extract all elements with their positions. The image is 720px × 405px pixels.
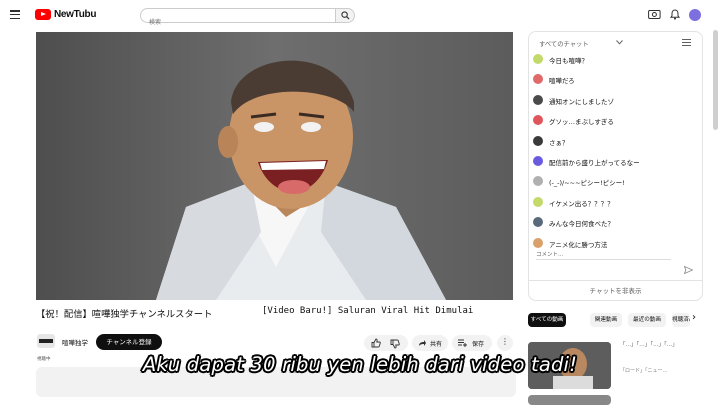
chat-message[interactable]: (-_-)/~~~ピシー!ピシー!: [533, 174, 698, 190]
search-icon: [341, 11, 350, 20]
chevron-down-icon[interactable]: [616, 40, 623, 45]
create-video-icon[interactable]: [648, 9, 661, 20]
chat-avatar: [533, 74, 543, 85]
like-dislike-group: [364, 335, 408, 351]
chat-filter-dropdown[interactable]: すべてのチャット: [539, 39, 589, 48]
filter-chip[interactable]: 視聴済み: [672, 313, 690, 327]
hamburger-menu-icon[interactable]: [10, 10, 20, 20]
filter-chip[interactable]: 最近の動画: [628, 313, 666, 327]
chat-message[interactable]: グソッ…まぶしすぎる: [533, 113, 698, 129]
video-player[interactable]: [36, 32, 513, 300]
notification-bell-icon[interactable]: [670, 9, 680, 20]
more-options-button[interactable]: ⋮: [497, 335, 513, 351]
channel-name[interactable]: 喧嘩独学: [62, 337, 88, 347]
thumbs-up-icon[interactable]: [371, 338, 381, 348]
logo[interactable]: NewTubu: [35, 9, 96, 20]
page-scrollbar[interactable]: [713, 30, 718, 130]
channel-avatar[interactable]: [37, 334, 55, 348]
chat-input-area[interactable]: コメント...: [529, 246, 702, 268]
chat-avatar: [533, 135, 543, 146]
chat-message[interactable]: さぁ？: [533, 134, 698, 150]
share-icon: [419, 340, 426, 346]
play-logo-icon: [35, 9, 51, 20]
send-icon[interactable]: [684, 266, 693, 274]
chat-message[interactable]: 配信前から盛り上がってるなー: [533, 154, 698, 170]
chat-message[interactable]: みんな今日何食べた？: [533, 215, 698, 231]
search-button[interactable]: [335, 8, 355, 23]
chat-message-text: 喧嘩だろ: [549, 77, 575, 86]
chat-message[interactable]: 喧嘩だろ: [533, 72, 698, 88]
recommended-title[interactable]: 「…」「…」「…」「…」: [620, 340, 710, 348]
chat-header: すべてのチャット: [529, 32, 702, 52]
search-box[interactable]: [140, 8, 335, 29]
chat-menu-icon[interactable]: [682, 39, 691, 46]
chat-input-underline: [536, 259, 671, 260]
recommended-thumbnail-2[interactable]: [528, 395, 611, 405]
thumbs-down-icon[interactable]: [390, 339, 400, 349]
live-chat-panel: すべてのチャット 今日も喧嘩？ 喧嘩だろ通知オンにしましたゾ グソッ…まぶしすぎるさ…: [528, 31, 703, 301]
chat-avatar: [533, 115, 543, 126]
hide-chat-button[interactable]: チャットを非表示: [529, 280, 702, 300]
save-label: 保存: [472, 341, 485, 348]
share-button[interactable]: 共有: [412, 335, 448, 351]
user-avatar[interactable]: [689, 9, 701, 21]
search-input[interactable]: [141, 16, 335, 29]
chat-input-placeholder: コメント...: [536, 252, 564, 258]
video-title-jp: 【祝！配信】喧嘩独学チャンネルスタート: [36, 309, 213, 320]
chat-message-text: 今日も喧嘩？: [549, 57, 588, 65]
top-header: NewTubu: [0, 0, 720, 30]
chat-message-text: イケメン出る？？？？: [549, 199, 614, 208]
chat-message-text: (-_-)/~~~ピシー!ピシー!: [549, 179, 625, 188]
subtitle-overlay: Aku dapat 30 ribu yen lebih dari video t…: [142, 353, 578, 376]
chat-message-text: 通知オンにしましたゾ: [549, 97, 614, 106]
chat-avatar: [533, 196, 543, 207]
video-frame-illustration: [36, 32, 513, 300]
chat-avatar: [533, 54, 543, 64]
chat-message-text: 配信前から盛り上がってるなー: [549, 159, 640, 167]
share-label: 共有: [430, 341, 443, 348]
chat-message-text: グソッ…まぶしすぎる: [549, 118, 614, 127]
chat-message[interactable]: イケメン出る？？？？: [533, 195, 698, 211]
filter-chip[interactable]: すべての動画: [528, 313, 566, 327]
chat-avatar: [533, 94, 543, 105]
chat-message-text: みんな今日何食べた？: [549, 220, 614, 229]
chat-avatar: [533, 217, 543, 228]
chat-message[interactable]: 今日も喧嘩？: [533, 52, 698, 68]
subscribe-button[interactable]: チャンネル登録: [96, 334, 162, 350]
save-button[interactable]: 保存: [452, 335, 492, 351]
chat-avatar: [533, 176, 543, 187]
logo-text: NewTubu: [54, 9, 97, 20]
save-playlist-icon: [458, 339, 467, 347]
chat-message-text: さぁ？: [549, 138, 569, 147]
video-title-translation: [Video Baru!] Saluran Viral Hit Dimulai: [262, 306, 474, 316]
filter-chip[interactable]: 関連動画: [590, 313, 622, 327]
chat-avatar: [533, 156, 543, 166]
chat-message[interactable]: 通知オンにしましたゾ: [533, 93, 698, 109]
chevron-right-icon[interactable]: ›: [692, 312, 696, 323]
